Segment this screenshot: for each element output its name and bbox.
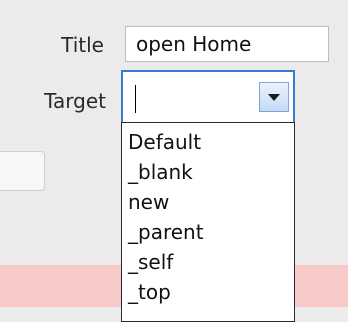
chevron-down-icon bbox=[268, 94, 280, 101]
target-options-list: Default _blank new _parent _self _top bbox=[121, 122, 295, 322]
target-select-value[interactable] bbox=[131, 81, 255, 115]
title-input[interactable]: open Home bbox=[125, 26, 329, 62]
title-label: Title bbox=[61, 33, 104, 57]
target-select[interactable] bbox=[121, 70, 295, 124]
target-option-parent[interactable]: _parent bbox=[122, 217, 294, 247]
target-option-default[interactable]: Default bbox=[122, 127, 294, 157]
target-option-self[interactable]: _self bbox=[122, 247, 294, 277]
target-option-new[interactable]: new bbox=[122, 187, 294, 217]
text-caret bbox=[135, 85, 136, 113]
target-label: Target bbox=[44, 89, 106, 113]
target-option-top[interactable]: _top bbox=[122, 277, 294, 307]
target-option-blank[interactable]: _blank bbox=[122, 157, 294, 187]
target-dropdown-button[interactable] bbox=[259, 82, 289, 112]
partial-button[interactable] bbox=[0, 151, 45, 191]
